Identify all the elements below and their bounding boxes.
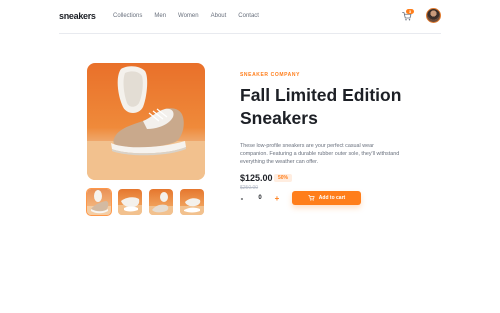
current-price: $125.00 xyxy=(240,173,273,183)
cart-count-badge: 3 xyxy=(406,9,414,14)
sneaker-illustration xyxy=(87,66,205,180)
thumbnail-strip xyxy=(86,188,205,216)
increase-quantity-button[interactable]: + xyxy=(271,192,283,205)
nav-link-contact[interactable]: Contact xyxy=(238,13,259,19)
nav-link-women[interactable]: Women xyxy=(178,13,199,19)
thumbnail-1[interactable] xyxy=(86,188,112,216)
avatar[interactable] xyxy=(426,8,441,23)
nav-link-about[interactable]: About xyxy=(211,13,227,19)
company-label: SNEAKER COMPANY xyxy=(240,72,301,78)
quantity-value: 0 xyxy=(258,195,262,201)
thumbnail-3[interactable] xyxy=(149,189,173,215)
decrease-quantity-button[interactable]: - xyxy=(236,192,248,205)
thumbnail-2[interactable] xyxy=(118,189,142,215)
product-description: These low-profile sneakers are your perf… xyxy=(240,143,400,165)
discount-badge: 50% xyxy=(274,174,293,182)
product-title-line-1: Fall Limited Edition xyxy=(240,85,402,105)
add-to-cart-button[interactable]: Add to cart xyxy=(292,191,361,205)
site-header: sneakers Collections Men Women About Con… xyxy=(59,0,441,34)
thumbnail-4[interactable] xyxy=(180,189,204,215)
product-title: Fall Limited Edition Sneakers xyxy=(240,84,440,130)
product-main-image[interactable] xyxy=(87,63,205,180)
nav-link-collections[interactable]: Collections xyxy=(113,13,142,19)
add-to-cart-label: Add to cart xyxy=(318,195,346,201)
main-nav: Collections Men Women About Contact xyxy=(113,13,271,19)
logo[interactable]: sneakers xyxy=(59,11,96,21)
cart-icon xyxy=(307,195,315,201)
quantity-stepper: - 0 + xyxy=(236,192,284,205)
original-price: $250.00 xyxy=(240,185,259,191)
product-title-line-2: Sneakers xyxy=(240,108,318,128)
nav-link-men[interactable]: Men xyxy=(154,13,166,19)
